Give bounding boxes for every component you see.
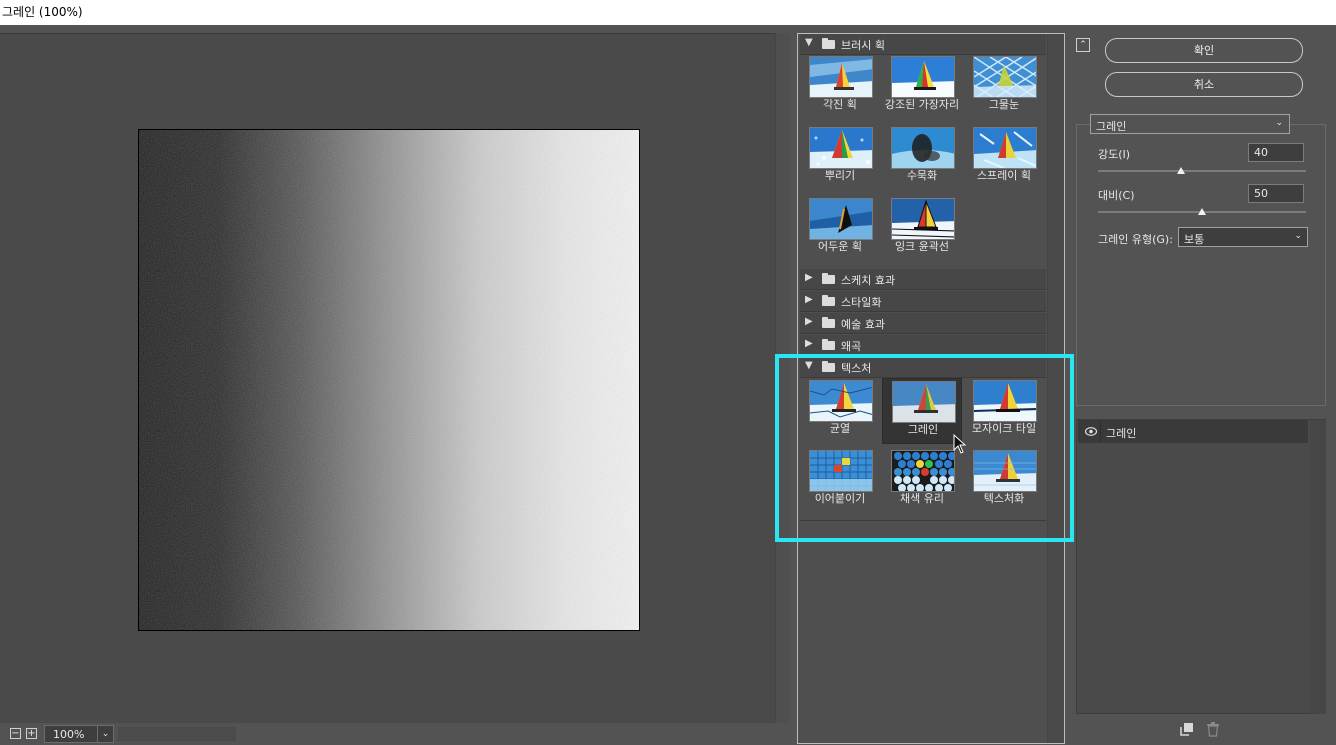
thumbnail [891,198,955,240]
contrast-label: 대비(C) [1098,189,1135,202]
preview-image [138,129,640,631]
filter-sprayed-strokes[interactable]: 스프레이 획 [964,125,1044,191]
expanded-triangle-icon: ▼ [805,37,813,48]
zoom-value: 100% [53,728,85,741]
trash-icon[interactable] [1206,722,1220,737]
effect-layer-row[interactable]: 그레인 [1078,420,1308,443]
eye-icon[interactable] [1085,427,1097,436]
zoom-in-button[interactable]: + [26,728,37,739]
chevron-down-icon: ⌄ [1275,118,1283,128]
horizontal-scrollbar[interactable] [118,727,236,741]
zoom-out-button[interactable]: − [10,728,21,739]
highlight-box [775,354,1074,542]
collapsed-triangle-icon: ▶ [805,294,813,305]
folder-icon [822,273,835,284]
filter-dark-strokes[interactable]: 어두운 획 [800,196,880,262]
category-artistic[interactable]: ▶ 예술 효과 [800,313,1046,334]
filter-crosshatch[interactable]: 그물눈 [964,54,1044,120]
filter-ink-outlines[interactable]: 잉크 윤곽선 [882,196,962,262]
category-distort[interactable]: ▶ 왜곡 [800,335,1046,356]
chevron-down-icon: ⌄ [97,726,113,742]
folder-icon [822,38,835,49]
contrast-slider-handle[interactable] [1198,208,1206,215]
category-brush-strokes[interactable]: ▼ 브러시 획 [800,34,1046,55]
thumbnail [973,127,1037,169]
thumbnail [891,127,955,169]
effect-layers-panel [1076,419,1326,714]
cancel-button[interactable]: 취소 [1105,72,1303,97]
collapsed-triangle-icon: ▶ [805,272,813,283]
thumbnail [891,56,955,98]
filter-accented-edges[interactable]: 강조된 가장자리 [882,54,962,120]
layers-scrollbar[interactable] [1310,420,1326,714]
thumbnail [809,198,873,240]
intensity-input[interactable]: 40 [1248,143,1304,162]
intensity-slider[interactable] [1098,170,1306,172]
collapse-gallery-icon[interactable]: ⌃ [1076,38,1090,52]
folder-icon [822,317,835,328]
collapsed-triangle-icon: ▶ [805,316,813,327]
zoom-bar: − + 100% ⌄ [0,723,775,745]
zoom-select[interactable]: 100% ⌄ [44,725,114,743]
thumbnail [973,56,1037,98]
contrast-input[interactable]: 50 [1248,184,1304,203]
intensity-slider-handle[interactable] [1177,167,1186,174]
collapsed-triangle-icon: ▶ [805,338,813,349]
filter-sumi-e[interactable]: 수묵화 [882,125,962,191]
folder-icon [822,339,835,350]
category-stylize[interactable]: ▶ 스타일화 [800,291,1046,312]
thumbnail [809,127,873,169]
new-effect-layer-icon[interactable] [1180,722,1194,736]
folder-icon [822,295,835,306]
filter-settings-panel [1076,124,1326,406]
chevron-down-icon: ⌄ [1294,231,1302,241]
intensity-label: 강도(I) [1098,148,1131,161]
category-sketch[interactable]: ▶ 스케치 효과 [800,269,1046,290]
filter-select[interactable]: 그레인 ⌄ [1090,114,1290,134]
ok-button[interactable]: 확인 [1105,38,1303,63]
grain-type-select[interactable]: 보통 ⌄ [1178,227,1308,247]
grain-type-label: 그레인 유형(G): [1098,233,1173,246]
mouse-cursor-icon [953,434,967,454]
filter-angled-strokes[interactable]: 각진 획 [800,54,880,120]
filter-spatter[interactable]: 뿌리기 [800,125,880,191]
divider [1100,420,1101,443]
window-title: 그레인 (100%) [0,0,1336,25]
thumbnail [809,56,873,98]
